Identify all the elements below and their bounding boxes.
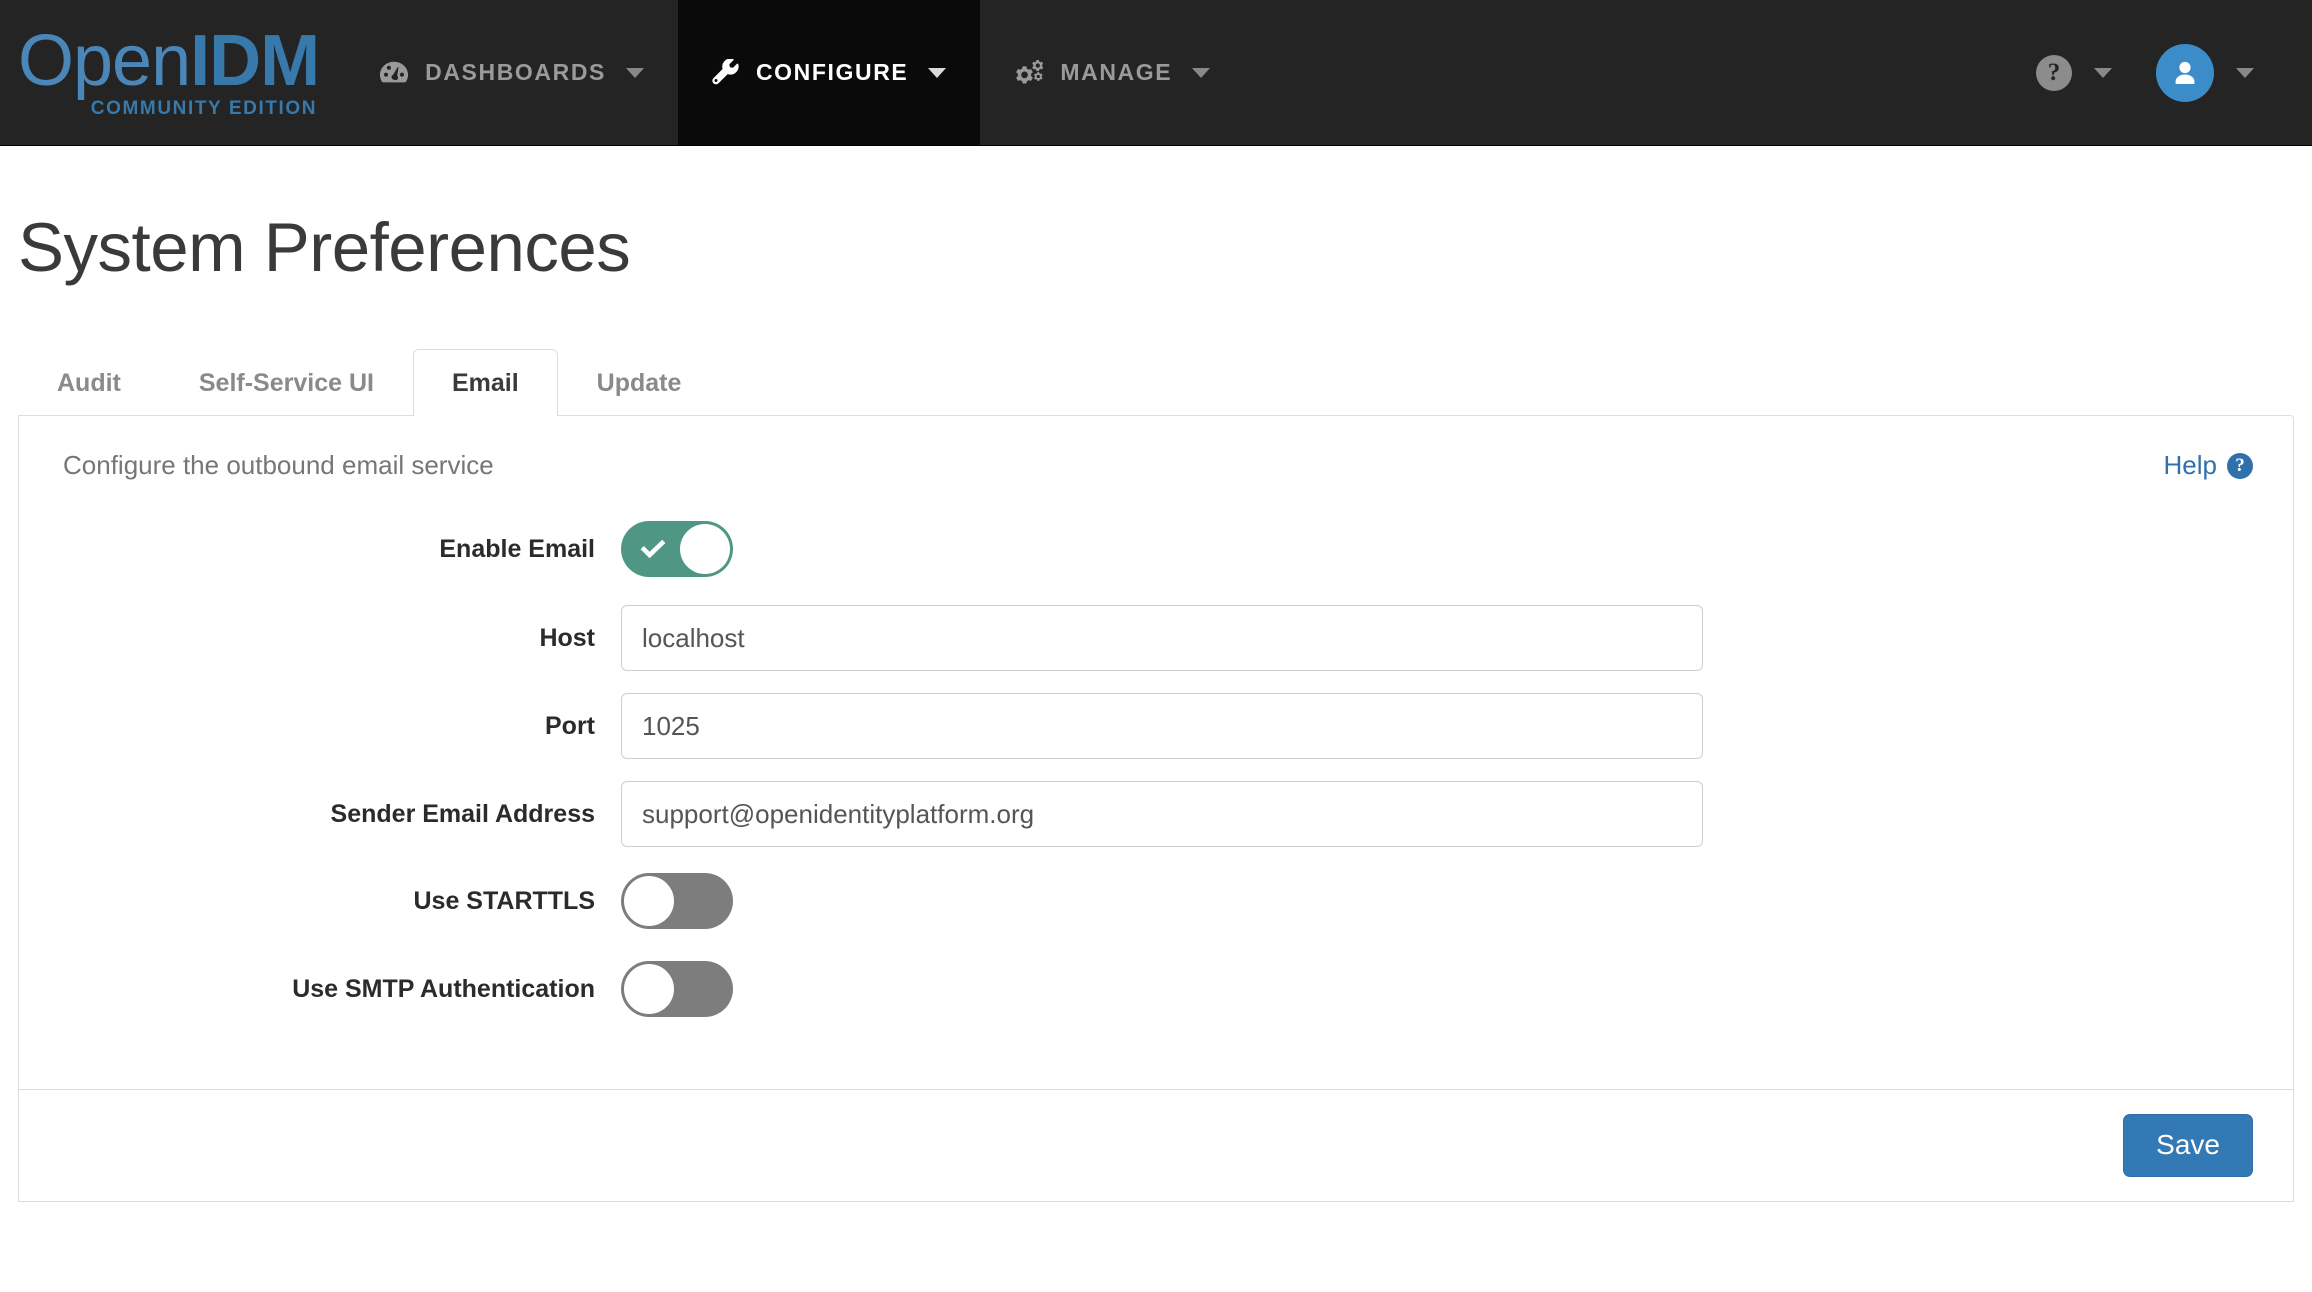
card-subtitle: Configure the outbound email service	[59, 450, 494, 481]
enable-email-toggle[interactable]	[621, 521, 733, 577]
smtp-auth-toggle[interactable]	[621, 961, 733, 1017]
nav-right-group: ?	[2014, 0, 2312, 145]
tab-update-label: Update	[597, 369, 682, 397]
dashboard-icon	[379, 60, 409, 86]
email-form: Enable Email Host	[59, 517, 2253, 1021]
nav-item-dashboards-label: Dashboards	[425, 59, 606, 86]
chevron-down-icon	[928, 68, 946, 78]
port-label: Port	[59, 712, 621, 741]
nav-items: Dashboards Configure Manage	[345, 0, 1244, 145]
cogs-icon	[1014, 60, 1044, 86]
smtp-auth-label: Use SMTP Authentication	[59, 975, 621, 1004]
help-link[interactable]: Help ?	[2164, 450, 2253, 481]
tab-bar: Audit Self-Service UI Email Update	[18, 347, 2294, 415]
tab-self-service-ui-label: Self-Service UI	[199, 369, 374, 397]
chevron-down-icon	[1192, 68, 1210, 78]
avatar	[2156, 44, 2214, 102]
check-icon	[640, 539, 666, 559]
brand-edition-text: COMMUNITY EDITION	[91, 99, 317, 118]
wrench-icon	[712, 59, 740, 87]
help-menu-button[interactable]: ?	[2014, 55, 2134, 91]
card-footer: Save	[19, 1089, 2293, 1201]
host-label: Host	[59, 624, 621, 653]
form-row-starttls: Use STARTTLS	[59, 869, 2253, 933]
page-title: System Preferences	[18, 208, 2294, 287]
toggle-knob	[624, 964, 674, 1014]
chevron-down-icon	[2236, 68, 2254, 78]
nav-item-configure[interactable]: Configure	[678, 0, 980, 145]
sender-email-label: Sender Email Address	[59, 800, 621, 829]
form-row-port: Port	[59, 693, 2253, 759]
tab-email-label: Email	[452, 369, 519, 397]
form-row-enable-email: Enable Email	[59, 517, 2253, 581]
save-button[interactable]: Save	[2123, 1114, 2253, 1176]
brand-open-text: Open	[18, 21, 190, 101]
port-input[interactable]	[621, 693, 1703, 759]
nav-item-manage[interactable]: Manage	[980, 0, 1244, 145]
toggle-knob	[680, 524, 730, 574]
top-navbar: OpenIDM COMMUNITY EDITION Dashboards Con…	[0, 0, 2312, 146]
tab-audit[interactable]: Audit	[18, 349, 160, 415]
form-row-smtp-auth: Use SMTP Authentication	[59, 957, 2253, 1021]
chevron-down-icon	[2094, 68, 2112, 78]
brand-idm-text: IDM	[190, 21, 319, 101]
enable-email-label: Enable Email	[59, 535, 621, 564]
starttls-toggle[interactable]	[621, 873, 733, 929]
question-circle-icon: ?	[2036, 55, 2072, 91]
form-row-host: Host	[59, 605, 2253, 671]
tab-email[interactable]: Email	[413, 349, 558, 416]
nav-item-manage-label: Manage	[1060, 59, 1172, 86]
card-header-row: Configure the outbound email service Hel…	[59, 450, 2253, 481]
chevron-down-icon	[626, 68, 644, 78]
email-settings-card: Configure the outbound email service Hel…	[18, 415, 2294, 1202]
tab-update[interactable]: Update	[558, 349, 721, 415]
card-body: Configure the outbound email service Hel…	[19, 416, 2293, 1089]
host-input[interactable]	[621, 605, 1703, 671]
toggle-knob	[624, 876, 674, 926]
help-circle-icon: ?	[2227, 453, 2253, 479]
brand-wordmark: OpenIDM	[18, 27, 319, 95]
tab-audit-label: Audit	[57, 369, 121, 397]
starttls-label: Use STARTTLS	[59, 887, 621, 916]
form-row-sender-email: Sender Email Address	[59, 781, 2253, 847]
nav-item-dashboards[interactable]: Dashboards	[345, 0, 678, 145]
sender-email-input[interactable]	[621, 781, 1703, 847]
help-link-label: Help	[2164, 450, 2217, 481]
page-container: System Preferences Audit Self-Service UI…	[0, 208, 2312, 1202]
nav-item-configure-label: Configure	[756, 59, 908, 86]
tab-self-service-ui[interactable]: Self-Service UI	[160, 349, 413, 415]
brand-logo[interactable]: OpenIDM COMMUNITY EDITION	[0, 0, 345, 145]
user-menu-button[interactable]	[2134, 44, 2276, 102]
